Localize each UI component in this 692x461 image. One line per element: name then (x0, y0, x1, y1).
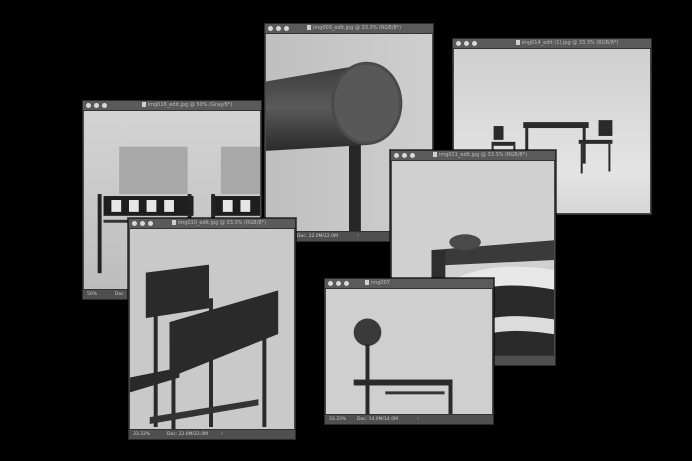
chevron-right-icon[interactable]: › (417, 415, 419, 424)
document-icon (515, 40, 520, 45)
window-titlebar[interactable]: img016_edit.jpg @ 50% (Gray/8*) (83, 101, 261, 111)
document-icon (171, 220, 176, 225)
status-bar: 33.33% Doc: 14.0M/14.0M › (325, 414, 493, 424)
document-icon (141, 102, 146, 107)
document-icon (365, 280, 369, 285)
doc-size: Doc: 14.0M/14.0M (357, 417, 398, 422)
chevron-right-icon[interactable]: › (357, 232, 359, 241)
document-icon (306, 25, 311, 30)
chair-finial-photo (326, 289, 492, 415)
window-title: img011_edit.jpg @ 33.3% (RGB/8*) (438, 152, 528, 158)
status-bar: 33.33% Doc: 22.0M/22.0M › (129, 429, 295, 439)
doc-size: Doc: 22.0M/22.0M (297, 234, 338, 239)
window-titlebar[interactable]: img011_edit.jpg @ 33.3% (RGB/8*) (391, 151, 555, 161)
image-canvas[interactable] (326, 289, 492, 415)
image-canvas[interactable] (130, 229, 294, 430)
doc-size: Doc (115, 292, 124, 297)
document-icon (432, 152, 437, 157)
window-title: img016_edit.jpg @ 50% (Gray/8*) (147, 102, 233, 108)
chevron-right-icon[interactable]: › (221, 430, 223, 439)
window-titlebar[interactable]: img010_edit.jpg @ 33.3% (RGB/8*) (129, 219, 295, 229)
zoom-level[interactable]: 33.33% (133, 430, 150, 439)
window-titlebar[interactable]: img007 (325, 279, 493, 289)
doc-size: Doc: 22.0M/22.0M (167, 432, 208, 437)
window-titlebar[interactable]: img014_edit (1).jpg @ 33.3% (RGB/8*) (453, 39, 651, 49)
chair-backrest-photo (130, 229, 294, 430)
photo-window-img010[interactable]: img010_edit.jpg @ 33.3% (RGB/8*) 33.33% … (128, 218, 296, 440)
zoom-level[interactable]: 33.33% (329, 415, 346, 424)
window-title: img007 (371, 280, 390, 286)
window-title: img010_edit.jpg @ 33.3% (RGB/8*) (177, 220, 267, 226)
window-title: img009_edit.jpg @ 33.3% (RGB/8*) (312, 25, 402, 31)
window-title: img014_edit (1).jpg @ 33.3% (RGB/8*) (521, 40, 619, 46)
zoom-level[interactable]: 50% (87, 290, 97, 299)
photo-window-img007[interactable]: img007 33.33% Doc: 14.0M/14.0M › (324, 278, 494, 425)
window-titlebar[interactable]: img009_edit.jpg @ 33.3% (RGB/8*) (265, 24, 433, 34)
